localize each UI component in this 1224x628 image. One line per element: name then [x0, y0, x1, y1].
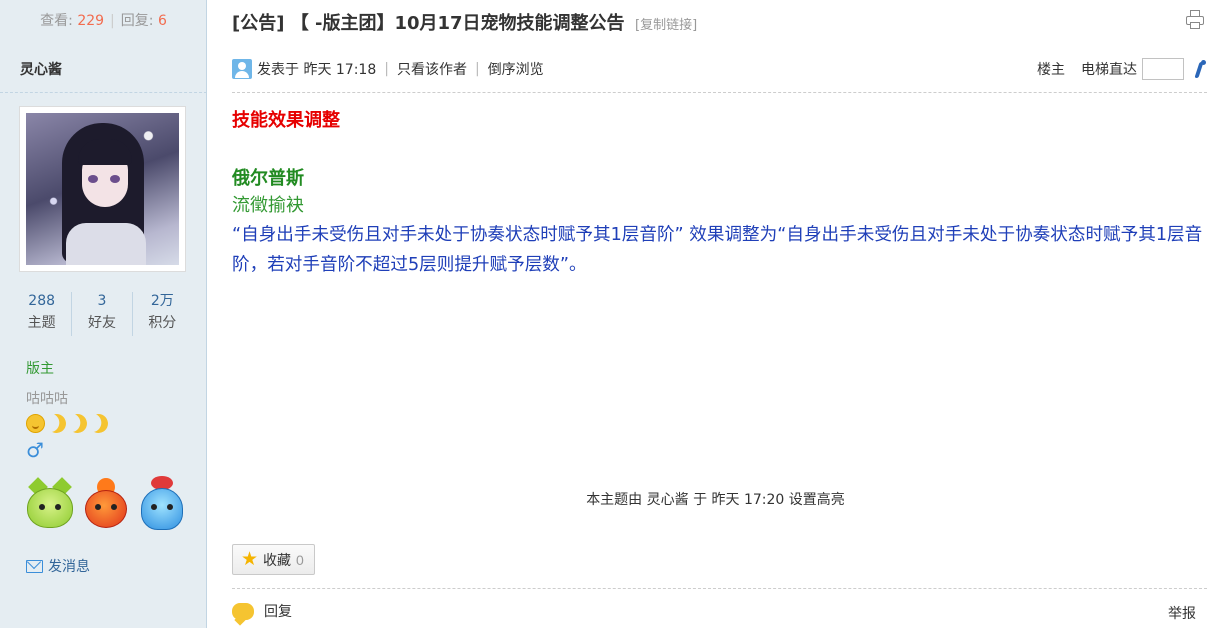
water-pet-medal-icon[interactable]	[137, 476, 187, 532]
avatar[interactable]	[19, 106, 186, 272]
replies-label: 回复:	[120, 13, 154, 29]
stat-value: 288	[28, 293, 56, 309]
user-online-icon	[232, 59, 252, 79]
views-label: 查看:	[40, 13, 73, 29]
send-message-label: 发消息	[48, 559, 90, 575]
avatar-image	[26, 113, 179, 265]
moon-icon	[44, 411, 68, 435]
skill-name: 流徵揄袂	[232, 195, 304, 216]
green-pet-medal-icon[interactable]	[25, 476, 75, 532]
content-heading: 技能效果调整	[232, 110, 340, 131]
moon-icon	[86, 411, 110, 435]
only-author-link[interactable]: 只看该作者	[397, 59, 467, 79]
elevator-label: 电梯直达	[1081, 62, 1137, 78]
star-icon: ★	[241, 549, 259, 570]
views-count: 229	[77, 13, 105, 29]
stat-label: 积分	[148, 315, 177, 331]
author-name-link[interactable]: 灵心酱	[20, 59, 62, 79]
stat-value: 3	[97, 293, 107, 309]
favorite-label: 收藏	[263, 551, 292, 568]
stat-label: 主题	[27, 315, 56, 331]
replies-count: 6	[157, 13, 167, 29]
sun-icon	[26, 414, 45, 433]
highlight-note: 本主题由 灵心酱 于 昨天 17:20 设置高亮	[586, 492, 845, 508]
level-icons	[26, 414, 108, 433]
speech-bubble-icon	[232, 602, 254, 620]
title-row: [公告] 【 -版主团】10月17日宠物技能调整公告 [复制链接]	[232, 9, 697, 35]
jump-go-icon[interactable]	[1191, 60, 1207, 78]
pet-name: 俄尔普斯	[232, 168, 304, 189]
floor-jump-input[interactable]	[1142, 58, 1184, 80]
meta-divider-line	[232, 92, 1207, 93]
posted-time: 昨天 17:18	[303, 62, 377, 78]
moon-icon	[65, 411, 89, 435]
stat-value: 2万	[150, 293, 174, 309]
floor-label: 楼主	[1037, 62, 1065, 78]
post-main: [公告] 【 -版主团】10月17日宠物技能调整公告 [复制链接] 发表于 昨天…	[207, 0, 1224, 628]
reply-label: 回复	[264, 604, 292, 620]
sidebar-divider	[0, 92, 207, 93]
male-gender-icon: ♂	[26, 438, 44, 462]
skill-description: “自身出手未受伤且对手未处于协奏状态时赋予其1层音阶” 效果调整为“自身出手未受…	[232, 225, 1203, 275]
profile-stats: 288 主题 3 好友 2万 积分	[12, 292, 192, 336]
favorite-button[interactable]: ★ 收藏 0	[232, 544, 315, 575]
fire-pet-medal-icon[interactable]	[81, 474, 131, 532]
footer-divider	[232, 588, 1207, 589]
reply-button[interactable]: 回复	[232, 601, 292, 621]
stat-friends[interactable]: 3 好友	[72, 292, 133, 336]
meta-divider: |	[474, 61, 480, 77]
stat-label: 好友	[87, 315, 116, 331]
post-meta: 发表于 昨天 17:18 | 只看该作者 | 倒序浏览 楼主 电梯直达	[232, 58, 1207, 80]
thread-stats: 查看: 229 | 回复: 6	[0, 10, 207, 30]
stat-points[interactable]: 2万 积分	[133, 292, 192, 336]
envelope-icon	[26, 559, 43, 573]
thread-title: [公告] 【 -版主团】10月17日宠物技能调整公告	[232, 13, 625, 34]
reverse-order-link[interactable]: 倒序浏览	[488, 59, 544, 79]
user-group-link[interactable]: 版主	[26, 358, 54, 378]
stat-threads[interactable]: 288 主题	[12, 292, 73, 336]
author-sidebar: 查看: 229 | 回复: 6 灵心酱 288 主题 3 好友 2万 积分 版主 咕…	[0, 0, 207, 628]
posted-prefix: 发表于	[257, 62, 299, 78]
user-status-text: 咕咕咕	[26, 391, 68, 407]
favorite-count: 0	[296, 551, 304, 568]
floor-controls: 楼主 电梯直达	[1037, 58, 1207, 80]
copy-link-button[interactable]: [复制链接]	[635, 18, 697, 33]
print-icon[interactable]	[1185, 10, 1205, 30]
send-message-link[interactable]: 发消息	[26, 556, 90, 576]
stats-divider: |	[110, 13, 115, 29]
post-content: 技能效果调整 俄尔普斯 流徵揄袂 “自身出手未受伤且对手未处于协奏状态时赋予其1…	[232, 108, 1207, 280]
report-link[interactable]: 举报	[1168, 603, 1196, 623]
meta-divider: |	[384, 61, 389, 77]
